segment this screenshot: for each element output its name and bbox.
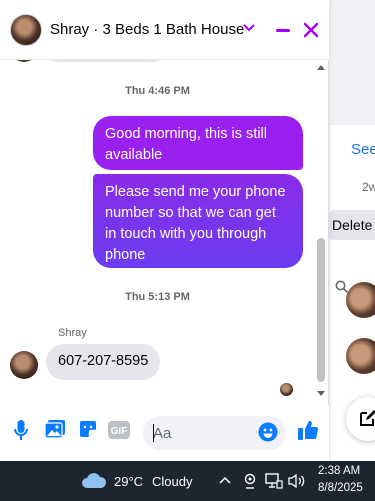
webcam-icon[interactable]: [243, 473, 257, 489]
chevron-up-icon[interactable]: [219, 476, 231, 484]
contact-avatar[interactable]: [346, 338, 375, 374]
contact-avatar[interactable]: [346, 282, 375, 318]
scrollbar[interactable]: [314, 60, 327, 405]
minimize-icon[interactable]: [276, 29, 290, 32]
outgoing-message[interactable]: Please send me your phone number so that…: [93, 174, 303, 268]
sender-avatar[interactable]: [10, 351, 38, 379]
thumbs-up-icon[interactable]: [297, 419, 319, 441]
seen-indicator-avatar: [280, 383, 293, 396]
taskbar: 29°C Cloudy 2:38 AM 8/8/2025: [0, 461, 375, 501]
contact-avatar[interactable]: [10, 14, 42, 46]
delete-label: Delete: [332, 217, 373, 233]
close-icon[interactable]: [303, 22, 319, 38]
message-list[interactable]: Thu 4:46 PM Good morning, this is still …: [0, 60, 315, 405]
contact-name: Shray: [50, 21, 90, 38]
compose-icon: [360, 410, 375, 426]
outgoing-message[interactable]: Good morning, this is still available: [93, 116, 303, 170]
scroll-up-arrow-icon[interactable]: [317, 64, 325, 70]
network-icon[interactable]: [265, 473, 283, 489]
chat-window: Shray · 3 Beds 1 Bath House Thu 4:46 PM …: [0, 0, 329, 461]
message-timestamp: Thu 4:46 PM: [125, 85, 190, 97]
title-separator: ·: [89, 21, 103, 38]
volume-icon[interactable]: [288, 473, 306, 489]
weather-condition[interactable]: Cloudy: [152, 474, 192, 489]
sticker-icon[interactable]: [78, 419, 98, 439]
previous-sender-avatar: [10, 60, 38, 62]
message-timestamp: Thu 5:13 PM: [125, 291, 190, 303]
weather-temperature[interactable]: 29°C: [114, 474, 143, 489]
emoji-icon[interactable]: [258, 422, 278, 442]
gallery-icon[interactable]: [44, 419, 66, 439]
clock-time[interactable]: 2:38 AM: [318, 465, 360, 477]
cloud-icon[interactable]: [81, 471, 107, 489]
conversation-title[interactable]: Shray · 3 Beds 1 Bath House: [50, 21, 244, 38]
chat-header: Shray · 3 Beds 1 Bath House: [0, 0, 329, 60]
background-timestamp: 2w: [362, 180, 375, 194]
see-all-link[interactable]: See: [351, 141, 375, 158]
message-composer: GIF: [0, 405, 329, 461]
text-cursor: [153, 424, 154, 442]
gif-icon[interactable]: GIF: [108, 421, 130, 439]
scrollbar-thumb[interactable]: [317, 238, 325, 382]
delete-button[interactable]: Delete: [328, 210, 375, 240]
chevron-down-icon[interactable]: [243, 24, 255, 32]
svg-text:GIF: GIF: [111, 426, 128, 437]
clock-date[interactable]: 8/8/2025: [318, 482, 363, 494]
scroll-down-arrow-icon[interactable]: [317, 391, 325, 397]
previous-message-bubble: [45, 60, 165, 62]
message-sender-name: Shray: [58, 327, 87, 339]
listing-title: 3 Beds 1 Bath House: [102, 21, 245, 38]
incoming-message[interactable]: 607-207-8595: [46, 344, 161, 380]
microphone-icon[interactable]: [13, 419, 29, 441]
